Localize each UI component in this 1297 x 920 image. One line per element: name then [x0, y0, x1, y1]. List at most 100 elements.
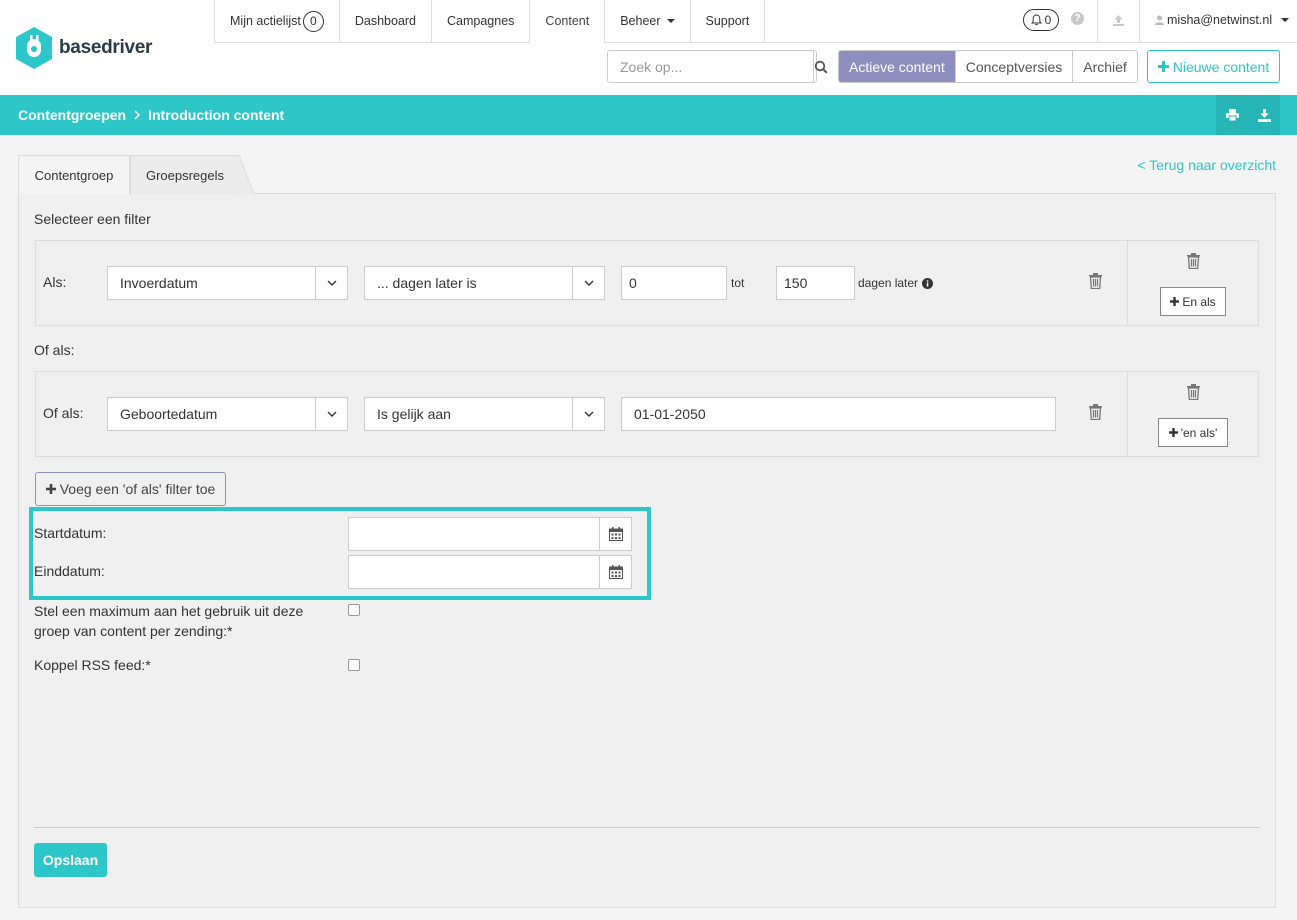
- nav-label: Dashboard: [354, 14, 417, 28]
- new-content-label: Nieuwe content: [1172, 58, 1270, 75]
- chevron-down-icon: [315, 267, 347, 299]
- trash-icon[interactable]: [1186, 253, 1201, 269]
- chevron-down-icon: [572, 267, 604, 299]
- tab-label: Contentgroep: [34, 167, 114, 183]
- calendar-button[interactable]: [599, 556, 631, 588]
- calendar-icon: [608, 565, 623, 579]
- rss-checkbox[interactable]: [348, 659, 360, 671]
- button-label: 'en als': [1180, 425, 1218, 440]
- rule-label: Als:: [43, 274, 67, 290]
- search-button[interactable]: [813, 51, 828, 82]
- upload-icon[interactable]: [1112, 14, 1125, 27]
- logo-icon: [16, 27, 52, 69]
- rule2-value-input[interactable]: 01-01-2050: [621, 397, 1056, 431]
- rule1-operator-select[interactable]: ... dagen later is: [364, 266, 605, 300]
- actielijst-count-badge: 0: [302, 10, 324, 32]
- nav-label: Beheer: [620, 14, 661, 28]
- or-heading: Of als:: [34, 342, 75, 358]
- max-usage-label-line1: Stel een maximum aan het gebruik uit dez…: [34, 603, 304, 619]
- header-separator: [1097, 0, 1098, 43]
- rule2-operator-select[interactable]: Is gelijk aan: [364, 397, 605, 431]
- trash-icon[interactable]: [1088, 404, 1103, 420]
- trash-icon[interactable]: [1186, 384, 1201, 400]
- button-label: Voeg een 'of als' filter toe: [59, 481, 216, 497]
- nav-item-beheer[interactable]: Beheer: [605, 0, 691, 42]
- nav-label: Mijn actielijst: [230, 14, 301, 28]
- nav-label: Campagnes: [447, 14, 515, 28]
- form-divider: [34, 827, 1260, 828]
- caret-down-icon: [666, 19, 675, 23]
- breadcrumb-item-current: Introduction content: [148, 107, 285, 123]
- back-to-overview-link[interactable]: < Terug naar overzicht: [1137, 157, 1276, 173]
- print-icon: [1225, 109, 1239, 121]
- plus-icon: [1157, 61, 1169, 72]
- chevron-down-icon: [572, 398, 604, 430]
- breadcrumb: Contentgroepen Introduction content: [18, 107, 284, 123]
- content-status-switch: Actieve content Conceptversies Archief: [838, 50, 1138, 83]
- search-input[interactable]: [608, 51, 813, 82]
- start-date-input[interactable]: [348, 517, 632, 551]
- chevron-down-icon: [315, 398, 347, 430]
- rule1-from-input[interactable]: 0: [621, 266, 727, 300]
- rule2-field-select[interactable]: Geboortedatum: [107, 397, 348, 431]
- nav-item-support[interactable]: Support: [690, 0, 766, 42]
- en-als-button[interactable]: 'en als': [1158, 418, 1228, 447]
- logo[interactable]: basedriver: [14, 26, 152, 70]
- help-icon[interactable]: ?: [1071, 12, 1084, 25]
- rule1-to-input[interactable]: 150: [776, 266, 855, 300]
- top-navigation: Mijn actielijst 0 Dashboard Campagnes Co…: [214, 0, 766, 43]
- download-icon: [1257, 108, 1271, 122]
- trash-icon[interactable]: [1088, 273, 1103, 289]
- nav-label: Support: [705, 14, 750, 28]
- caret-down-icon: [1281, 18, 1290, 22]
- nav-item-dashboard[interactable]: Dashboard: [339, 0, 433, 42]
- user-icon: [1155, 15, 1164, 25]
- plus-icon: [1168, 428, 1178, 437]
- search-box: [607, 50, 828, 83]
- user-menu[interactable]: misha@netwinst.nl: [1155, 13, 1290, 27]
- max-usage-checkbox[interactable]: [348, 604, 360, 616]
- button-label: En als: [1182, 294, 1216, 309]
- tab-label: Groepsregels: [145, 168, 225, 183]
- nav-item-actielijst[interactable]: Mijn actielijst 0: [215, 0, 340, 42]
- download-button[interactable]: [1248, 95, 1280, 135]
- segment-actieve-content[interactable]: Actieve content: [839, 51, 955, 82]
- add-or-filter-button[interactable]: Voeg een 'of als' filter toe: [35, 472, 226, 506]
- end-date-label: Einddatum:: [34, 563, 105, 579]
- rule-label: Of als:: [43, 405, 84, 421]
- brand-name: basedriver: [59, 37, 153, 58]
- select-value: Geboortedatum: [120, 406, 218, 422]
- between-label: tot: [731, 276, 745, 290]
- tab-groepsregels[interactable]: Groepsregels: [130, 155, 240, 195]
- info-icon[interactable]: [922, 277, 934, 289]
- tab-contentgroep[interactable]: Contentgroep: [18, 155, 130, 194]
- tab-slant: [238, 155, 254, 194]
- breadcrumb-item-contentgroepen[interactable]: Contentgroepen: [18, 107, 126, 123]
- max-usage-label-line2: groep van content per zending:*: [34, 623, 233, 639]
- plus-icon: [45, 484, 56, 494]
- nav-item-content[interactable]: Content: [530, 0, 606, 43]
- end-date-input[interactable]: [348, 555, 632, 589]
- segment-conceptversies[interactable]: Conceptversies: [954, 51, 1073, 82]
- select-value: ... dagen later is: [377, 275, 477, 291]
- rss-label: Koppel RSS feed:*: [34, 657, 151, 673]
- start-date-label: Startdatum:: [34, 525, 107, 541]
- select-value: Is gelijk aan: [377, 406, 451, 422]
- plus-icon: [1170, 297, 1180, 306]
- segment-archief[interactable]: Archief: [1072, 51, 1137, 82]
- search-icon: [814, 60, 828, 74]
- rule1-field-select[interactable]: Invoerdatum: [107, 266, 348, 300]
- bell-icon: [1030, 14, 1042, 26]
- new-content-button[interactable]: Nieuwe content: [1147, 50, 1280, 83]
- notifications-button[interactable]: 0: [1023, 9, 1059, 31]
- filter-heading: Selecteer een filter: [34, 211, 151, 227]
- en-als-button[interactable]: En als: [1160, 287, 1226, 316]
- days-later-label: dagen later: [858, 276, 934, 290]
- calendar-button[interactable]: [599, 518, 631, 550]
- print-button[interactable]: [1216, 95, 1248, 135]
- chevron-right-icon: [134, 110, 141, 120]
- save-button[interactable]: Opslaan: [34, 843, 107, 877]
- nav-label: Content: [545, 14, 590, 28]
- calendar-icon: [608, 527, 623, 541]
- nav-item-campagnes[interactable]: Campagnes: [432, 0, 531, 42]
